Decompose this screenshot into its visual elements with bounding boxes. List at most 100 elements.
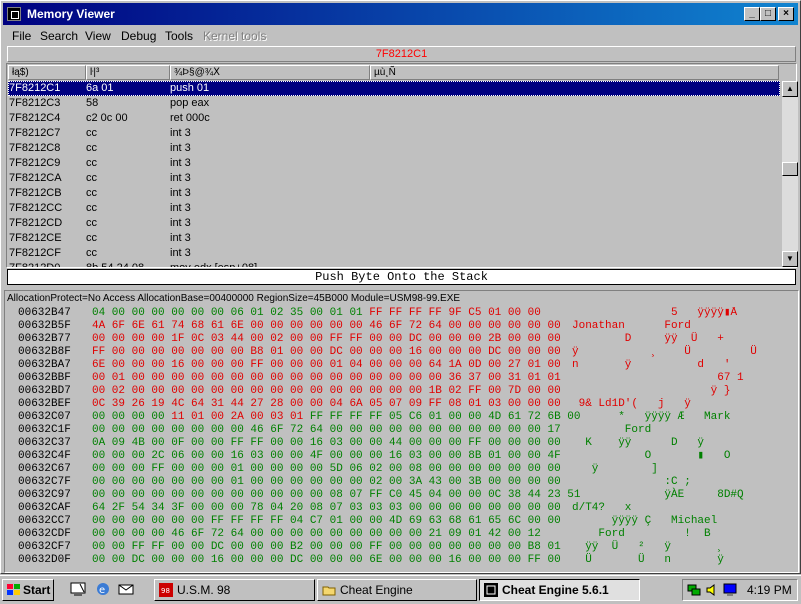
disassembly-row[interactable]: 7F8212C9 cc int 3	[8, 156, 780, 171]
disassembly-row[interactable]: 7F8212CA cc int 3	[8, 171, 780, 186]
hex-row[interactable]: 00632BA7 6E 00 00 00 16 00 00 00 FF 00 00…	[5, 359, 795, 372]
hex-row[interactable]: 00632C07 00 00 00 00 11 01 00 2A 00 03 01…	[5, 411, 795, 424]
hex-ascii[interactable]: d/T4? x	[572, 502, 631, 515]
disassembly-row[interactable]: 7F8212CF cc int 3	[8, 246, 780, 261]
hex-ascii[interactable]: 67 1	[572, 372, 743, 385]
minimize-button[interactable]: _	[744, 7, 760, 21]
hex-ascii[interactable]: ÿ }	[572, 385, 731, 398]
hex-bytes[interactable]: 00 00 00 00 00 00 00 01 00 00 00 00 00 0…	[92, 476, 561, 489]
disassembly-row[interactable]: 7F8212C1 6a 01 push 01	[8, 81, 780, 96]
hex-bytes[interactable]: 00 00 00 2C 06 00 00 16 03 00 00 4F 00 0…	[92, 450, 561, 463]
scroll-down-button[interactable]: ▼	[782, 251, 798, 267]
disassembly-row[interactable]: 7F8212C3 58 pop eax	[8, 96, 780, 111]
hex-bytes[interactable]: 00 00 00 00 00 00 00 00 00 00 00 00 08 0…	[92, 489, 580, 502]
maximize-button[interactable]: □	[760, 7, 776, 21]
outlook-express-icon[interactable]	[118, 581, 134, 597]
column-header-opcode[interactable]: ¾Þ§@¾Ⅹ	[170, 65, 370, 80]
menu-search[interactable]: Search	[40, 29, 78, 43]
hex-row[interactable]: 00632BEF 0C 39 26 19 4C 64 31 44 27 28 00…	[5, 398, 795, 411]
task-cheat-engine[interactable]: Cheat Engine	[317, 579, 477, 601]
network-icon[interactable]	[687, 583, 701, 597]
column-header-address[interactable]: łą$)	[8, 65, 86, 80]
hex-bytes[interactable]: 00 00 DC 00 00 00 16 00 00 00 DC 00 00 0…	[92, 554, 561, 567]
disassembly-row[interactable]: 7F8212C7 cc int 3	[8, 126, 780, 141]
disassembly-row[interactable]: 7F8212D0 8b 54 24 08 mov edx,[esp+08]	[8, 261, 780, 267]
hex-ascii[interactable]: 5 ÿÿÿÿ▮Å	[572, 307, 737, 320]
hex-row[interactable]: 00632B8F FF 00 00 00 00 00 00 00 B8 01 00…	[5, 346, 795, 359]
hex-ascii[interactable]: ÿ ]	[572, 463, 658, 476]
hex-row[interactable]: 00632C97 00 00 00 00 00 00 00 00 00 00 00…	[5, 489, 795, 502]
hex-bytes[interactable]: 00 00 00 00 11 01 00 2A 00 03 01 FF FF F…	[92, 411, 581, 424]
hex-row[interactable]: 00632CDF 00 00 00 00 46 6F 72 64 00 00 00…	[5, 528, 795, 541]
hex-ascii[interactable]: K ÿÿ D ÿ	[572, 437, 704, 450]
hex-ascii[interactable]: O ▮ O	[572, 450, 731, 463]
hex-bytes[interactable]: 6E 00 00 00 16 00 00 00 FF 00 00 00 01 0…	[92, 359, 561, 372]
disassembly-row[interactable]: 7F8212CB cc int 3	[8, 186, 780, 201]
hex-ascii[interactable]: ÿÿÿÿ Ç Michael	[572, 515, 718, 528]
hex-ascii[interactable]: ÿ ¸ Ü Ü	[572, 346, 757, 359]
scroll-thumb[interactable]	[782, 162, 798, 176]
title-bar[interactable]: Memory Viewer _ □ ×	[3, 3, 798, 25]
menu-tools[interactable]: Tools	[165, 29, 193, 43]
hex-bytes[interactable]: 4A 6F 6E 61 74 68 61 6E 00 00 00 00 00 0…	[92, 320, 561, 333]
hex-ascii[interactable]: Ford ! B	[572, 528, 710, 541]
task-cheat-engine-561[interactable]: Cheat Engine 5.6.1	[479, 579, 640, 601]
hex-bytes[interactable]: 00 00 00 00 46 6F 72 64 00 00 00 00 00 0…	[92, 528, 541, 541]
scroll-up-button[interactable]: ▲	[782, 81, 798, 97]
hex-row[interactable]: 00632CF7 00 00 FF FF 00 00 DC 00 00 00 B2…	[5, 541, 795, 554]
hex-row[interactable]: 00632C67 00 00 00 FF 00 00 00 01 00 00 00…	[5, 463, 795, 476]
hex-ascii[interactable]: Ford	[572, 424, 651, 437]
hex-ascii[interactable]: n ÿ d '	[572, 359, 730, 372]
hex-ascii[interactable]: ÿÀE 8D#Q	[572, 489, 743, 502]
app-icon[interactable]	[7, 7, 21, 21]
hex-bytes[interactable]: 64 2F 54 34 3F 00 00 00 78 04 20 08 07 0…	[92, 502, 561, 515]
hex-bytes[interactable]: 0C 39 26 19 4C 64 31 44 27 28 00 00 04 6…	[92, 398, 561, 411]
desktop-icon[interactable]	[70, 581, 86, 597]
hex-ascii[interactable]: D ÿÿ Ü +	[572, 333, 724, 346]
hex-ascii[interactable]: :C ;	[572, 476, 690, 489]
hex-ascii[interactable]: Jonathan Ford	[572, 320, 691, 333]
monitor-icon[interactable]	[723, 583, 737, 597]
hex-row[interactable]: 00632C37 0A 09 4B 00 0F 00 00 FF FF 00 00…	[5, 437, 795, 450]
hex-bytes[interactable]: 00 01 00 00 00 00 00 00 00 00 00 00 00 0…	[92, 372, 561, 385]
disassembly-row[interactable]: 7F8212CD cc int 3	[8, 216, 780, 231]
hex-bytes[interactable]: 00 00 FF FF 00 00 DC 00 00 00 B2 00 00 0…	[92, 541, 561, 554]
hex-rows[interactable]: 00632B47 04 00 00 00 00 00 00 06 01 02 35…	[5, 307, 795, 572]
hex-row[interactable]: 00632BBF 00 01 00 00 00 00 00 00 00 00 00…	[5, 372, 795, 385]
disassembler-scrollbar[interactable]: ▲ ▼	[782, 81, 798, 267]
close-button[interactable]: ×	[778, 7, 794, 21]
hex-bytes[interactable]: 00 02 00 00 00 00 00 00 00 00 00 00 00 0…	[92, 385, 561, 398]
menu-file[interactable]: File	[12, 29, 31, 43]
menu-view[interactable]: View	[85, 29, 111, 43]
disassembly-row[interactable]: 7F8212C8 cc int 3	[8, 141, 780, 156]
hex-row[interactable]: 00632D0F 00 00 DC 00 00 00 16 00 00 00 DC…	[5, 554, 795, 567]
hex-bytes[interactable]: 00 00 00 FF 00 00 00 01 00 00 00 00 5D 0…	[92, 463, 561, 476]
task-usm98[interactable]: 98 U.S.M. 98	[154, 579, 315, 601]
disassembly-row[interactable]: 7F8212CC cc int 3	[8, 201, 780, 216]
disassembly-rows[interactable]: 7F8212C1 6a 01 push 01 7F8212C3 58 pop eax 7F8…	[8, 81, 780, 267]
volume-icon[interactable]	[705, 583, 719, 597]
disassembly-row[interactable]: 7F8212CE cc int 3	[8, 231, 780, 246]
hex-bytes[interactable]: 00 00 00 00 00 00 FF FF FF FF 04 C7 01 0…	[92, 515, 561, 528]
internet-explorer-icon[interactable]: e	[95, 581, 111, 597]
hex-bytes[interactable]: 0A 09 4B 00 0F 00 00 FF FF 00 00 16 03 0…	[92, 437, 561, 450]
column-header-bytes[interactable]: ŀ|³	[86, 65, 170, 80]
start-button[interactable]: Start	[2, 579, 54, 601]
hex-ascii[interactable]: Ü Ü n ÿ	[572, 554, 724, 567]
hex-bytes[interactable]: 04 00 00 00 00 00 00 06 01 02 35 00 01 0…	[92, 307, 541, 320]
hex-row[interactable]: 00632B5F 4A 6F 6E 61 74 68 61 6E 00 00 00…	[5, 320, 795, 333]
hex-ascii[interactable]: 9& Ld1D'( j ÿ	[572, 398, 691, 411]
panel-splitter[interactable]	[3, 286, 800, 289]
hex-row[interactable]: 00632BD7 00 02 00 00 00 00 00 00 00 00 00…	[5, 385, 795, 398]
hex-ascii[interactable]: ÿÿ Ü ² ÿ ¸	[572, 541, 724, 554]
hex-row[interactable]: 00632C1F 00 00 00 00 00 00 00 00 46 6F 72…	[5, 424, 795, 437]
disassembly-row[interactable]: 7F8212C4 c2 0c 00 ret 000c	[8, 111, 780, 126]
hex-row[interactable]: 00632B47 04 00 00 00 00 00 00 06 01 02 35…	[5, 307, 795, 320]
hex-row[interactable]: 00632B77 00 00 00 00 1F 0C 03 44 00 02 00…	[5, 333, 795, 346]
hex-row[interactable]: 00632C7F 00 00 00 00 00 00 00 01 00 00 00…	[5, 476, 795, 489]
menu-debug[interactable]: Debug	[121, 29, 156, 43]
hex-bytes[interactable]: 00 00 00 00 1F 0C 03 44 00 02 00 00 FF F…	[92, 333, 561, 346]
hex-row[interactable]: 00632CAF 64 2F 54 34 3F 00 00 00 78 04 20…	[5, 502, 795, 515]
column-header-comment[interactable]: µù¸Ñ	[370, 65, 779, 80]
hex-ascii[interactable]: * ÿÿÿÿ Æ Mark	[572, 411, 730, 424]
